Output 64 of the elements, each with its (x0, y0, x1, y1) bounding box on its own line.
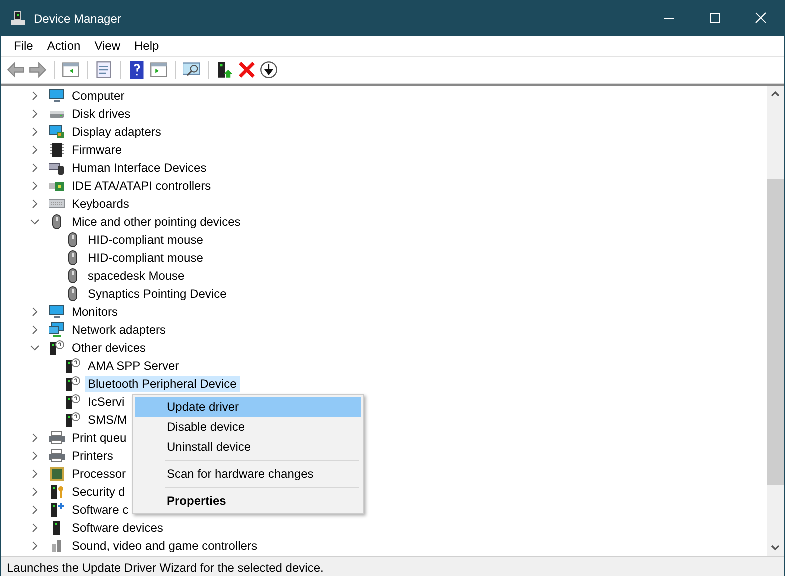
tree-item[interactable]: Other devices (69, 340, 150, 356)
tree-item[interactable]: Security d (69, 484, 128, 500)
monitor-icon (49, 88, 65, 104)
processor-icon (49, 466, 65, 482)
properties-icon[interactable] (95, 61, 113, 79)
help-icon[interactable] (128, 61, 146, 79)
panel-icon[interactable] (150, 61, 168, 79)
tree-item[interactable]: Processor (69, 466, 130, 482)
device-manager-icon (10, 10, 26, 26)
tree-item[interactable]: Mice and other pointing devices (69, 214, 244, 230)
window-title: Device Manager (34, 12, 122, 26)
tree-item[interactable]: Sound, video and game controllers (69, 538, 260, 554)
tree-item[interactable]: Display adapters (69, 124, 164, 140)
menu-item[interactable]: File (7, 39, 40, 53)
menu-item[interactable]: Properties (135, 491, 361, 511)
network-icon (49, 322, 65, 338)
chip-icon (49, 142, 65, 158)
scrollbar-thumb[interactable] (767, 179, 784, 485)
tree-item[interactable]: IcServi (85, 394, 128, 410)
tree-item[interactable]: HID-compliant mouse (85, 250, 206, 266)
menu-item[interactable]: Update driver (135, 397, 361, 417)
menu-item[interactable]: Action (40, 39, 88, 53)
tree-item[interactable]: AMA SPP Server (85, 358, 182, 374)
scan-monitor-icon[interactable] (183, 61, 201, 79)
menu-item[interactable]: Scan for hardware changes (135, 464, 361, 484)
panel-icon[interactable] (62, 61, 80, 79)
add-driver-icon[interactable] (216, 61, 234, 79)
status-text: Launches the Update Driver Wizard for the selected device. (7, 561, 324, 575)
remove-icon[interactable] (238, 61, 256, 79)
unknown-device-icon (65, 376, 81, 392)
tree-item[interactable]: Firmware (69, 142, 125, 158)
menu-item[interactable]: View (88, 39, 128, 53)
tree-item[interactable]: Bluetooth Peripheral Device (85, 376, 240, 392)
unknown-device-icon (65, 394, 81, 410)
forward-arrow-icon[interactable] (29, 61, 47, 79)
download-icon[interactable] (260, 61, 278, 79)
menu-item[interactable]: Help (128, 39, 166, 53)
menu-item[interactable]: Uninstall device (135, 437, 361, 457)
tree-item[interactable]: Monitors (69, 304, 122, 320)
tree-item[interactable]: Keyboards (69, 196, 132, 212)
tree-item[interactable]: Software c (69, 502, 132, 518)
back-arrow-icon[interactable] (7, 61, 25, 79)
tree-item[interactable]: Software devices (69, 520, 166, 536)
key-device-icon (49, 484, 65, 500)
tree-item[interactable]: Disk drives (69, 106, 134, 122)
tree-item[interactable]: Synaptics Pointing Device (85, 286, 230, 302)
monitor-icon (49, 304, 65, 320)
tree-item[interactable]: Human Interface Devices (69, 160, 210, 176)
software-component-icon (49, 502, 65, 518)
menu-item[interactable]: Disable device (135, 417, 361, 437)
tree-item[interactable]: spacedesk Mouse (85, 268, 188, 284)
tree-item[interactable]: Printers (69, 448, 116, 464)
tree-item[interactable]: HID-compliant mouse (85, 232, 206, 248)
printer-icon (49, 430, 65, 446)
tree-item[interactable]: Print queu (69, 430, 130, 446)
tree-item[interactable]: IDE ATA/ATAPI controllers (69, 178, 214, 194)
tree-item[interactable]: Network adapters (69, 322, 170, 338)
tree-item[interactable]: Computer (69, 88, 128, 104)
display-adapter-icon (49, 124, 65, 140)
unknown-device-icon (49, 340, 65, 356)
tree-item[interactable]: SMS/M (85, 412, 130, 428)
unknown-device-icon (65, 358, 81, 374)
unknown-device-icon (65, 412, 81, 428)
printer-icon (49, 448, 65, 464)
